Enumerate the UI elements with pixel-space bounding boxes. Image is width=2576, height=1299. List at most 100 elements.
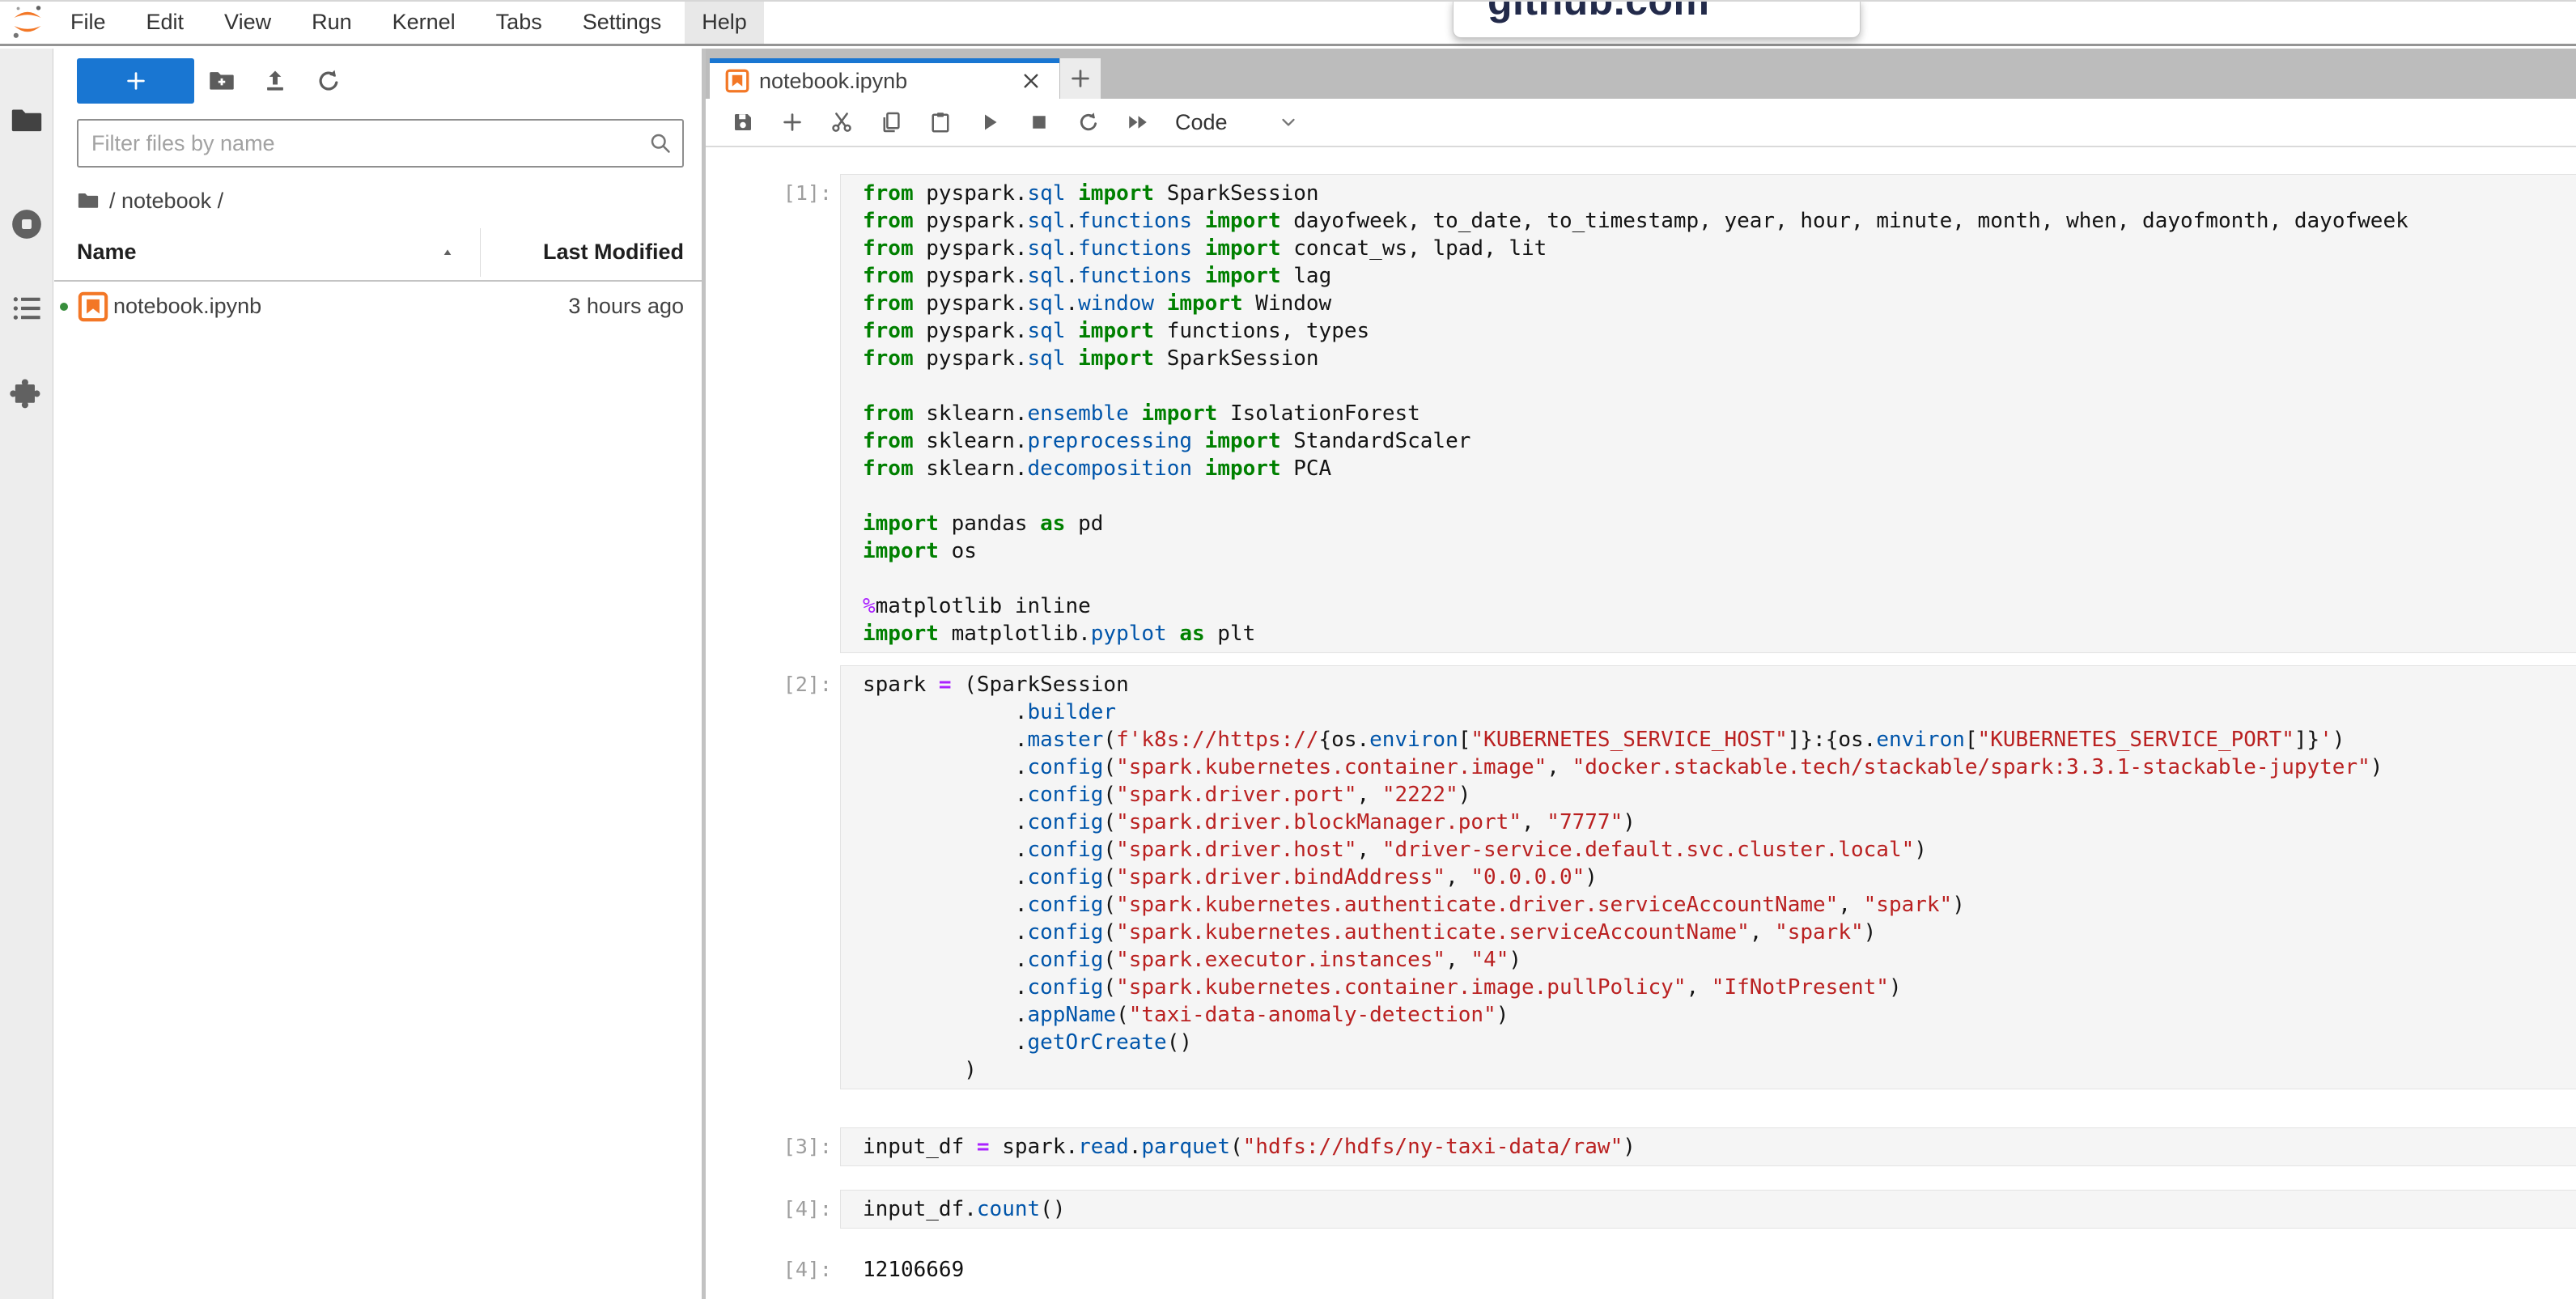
- sidebar-tab-table-of-contents[interactable]: [10, 291, 44, 325]
- refresh-icon: [1076, 110, 1101, 134]
- upload-button[interactable]: [257, 63, 293, 99]
- cell-prompt: [4]:: [706, 1256, 832, 1284]
- window-top-border: [0, 0, 2576, 2]
- code-line: spark = (SparkSession: [863, 671, 2576, 698]
- cell-type-dropdown[interactable]: Code: [1175, 110, 1299, 135]
- code-line: from sklearn.preprocessing import Standa…: [863, 427, 2576, 455]
- notebook-toolbar: Code: [706, 99, 2576, 147]
- save-icon: [731, 110, 755, 134]
- restart-kernel-button[interactable]: [1076, 110, 1101, 134]
- code-line: input_df = spark.read.parquet("hdfs://hd…: [863, 1133, 2576, 1161]
- run-icon: [978, 110, 1002, 134]
- code-line: from pyspark.sql.functions import concat…: [863, 235, 2576, 262]
- output-text: 12106669: [863, 1256, 964, 1284]
- menu-item-settings[interactable]: Settings: [566, 0, 679, 44]
- menu-item-help[interactable]: Help: [685, 0, 764, 44]
- sidebar-tab-file-browser[interactable]: [10, 104, 44, 138]
- new-tab-button[interactable]: [1060, 58, 1101, 99]
- menu-item-view[interactable]: View: [207, 0, 288, 44]
- folder-icon: [10, 127, 44, 141]
- code-line: .builder: [863, 698, 2576, 726]
- breadcrumb[interactable]: / notebook /: [77, 183, 223, 219]
- code-line: .config("spark.kubernetes.container.imag…: [863, 974, 2576, 1001]
- refresh-icon: [315, 67, 342, 95]
- run-cell-button[interactable]: [978, 110, 1002, 134]
- code-line: from pyspark.sql import SparkSession: [863, 180, 2576, 207]
- sort-ascending-icon: [441, 246, 454, 259]
- cell-editor[interactable]: input_df.count(): [840, 1190, 2576, 1229]
- main-menu: FileEditViewRunKernelTabsSettingsHelp: [47, 0, 764, 44]
- upload-icon: [261, 67, 289, 95]
- copy-cells-button[interactable]: [879, 110, 903, 134]
- code-line: from sklearn.decomposition import PCA: [863, 455, 2576, 482]
- sidebar-tab-running-kernels[interactable]: [10, 207, 44, 241]
- filter-box: [77, 119, 684, 168]
- menu-item-kernel[interactable]: Kernel: [376, 0, 473, 44]
- code-line: .master(f'k8s://https://{os.environ["KUB…: [863, 726, 2576, 754]
- code-line: import pandas as pd: [863, 510, 2576, 537]
- breadcrumb-path: / notebook /: [109, 189, 223, 214]
- new-folder-button[interactable]: [204, 63, 240, 99]
- save-button[interactable]: [731, 110, 755, 134]
- cell-prompt: [4]:: [706, 1195, 832, 1223]
- code-line: .config("spark.kubernetes.authenticate.s…: [863, 919, 2576, 946]
- menu-bar: FileEditViewRunKernelTabsSettingsHelp: [0, 0, 2576, 46]
- plus-icon: [124, 69, 148, 93]
- close-tab-icon[interactable]: [1019, 69, 1043, 93]
- list-icon: [10, 315, 44, 329]
- sidebar-tab-extensions[interactable]: [10, 376, 44, 410]
- cell-prompt: [3]:: [706, 1133, 832, 1161]
- file-modified: 3 hours ago: [568, 294, 684, 319]
- code-line: .config("spark.driver.bindAddress", "0.0…: [863, 864, 2576, 891]
- running-kernel-dot: [60, 303, 68, 311]
- code-line: .appName("taxi-data-anomaly-detection"): [863, 1001, 2576, 1029]
- tab-title: notebook.ipynb: [759, 69, 907, 94]
- file-list-header: Name Last Modified: [54, 225, 702, 282]
- new-launcher-button[interactable]: [77, 58, 194, 104]
- cell-editor[interactable]: from pyspark.sql import SparkSessionfrom…: [840, 174, 2576, 653]
- column-header-name[interactable]: Name: [77, 240, 137, 265]
- interrupt-kernel-button[interactable]: [1027, 110, 1051, 134]
- menu-item-edit[interactable]: Edit: [129, 0, 202, 44]
- code-line: .config("spark.driver.host", "driver-ser…: [863, 836, 2576, 864]
- plus-icon: [780, 110, 804, 134]
- restart-run-all-button[interactable]: [1126, 110, 1150, 134]
- menu-item-run[interactable]: Run: [295, 0, 369, 44]
- code-line: from pyspark.sql import functions, types: [863, 317, 2576, 345]
- insert-cell-button[interactable]: [780, 110, 804, 134]
- code-line: from pyspark.sql import SparkSession: [863, 345, 2576, 372]
- chevron-down-icon: [1278, 112, 1299, 133]
- notebook-file-icon: [78, 291, 108, 322]
- code-line: from pyspark.sql.window import Window: [863, 290, 2576, 317]
- cut-icon: [830, 110, 854, 134]
- code-line: .config("spark.kubernetes.container.imag…: [863, 754, 2576, 781]
- browser-popup: github.com: [1453, 0, 1861, 38]
- code-line: .config("spark.driver.port", "2222"): [863, 781, 2576, 809]
- cell-editor[interactable]: input_df = spark.read.parquet("hdfs://hd…: [840, 1127, 2576, 1166]
- tab-notebook[interactable]: notebook.ipynb: [710, 58, 1059, 99]
- menu-item-file[interactable]: File: [53, 0, 123, 44]
- code-line: from sklearn.ensemble import IsolationFo…: [863, 400, 2576, 427]
- code-line: .getOrCreate(): [863, 1029, 2576, 1056]
- jupyter-logo-icon: [10, 4, 45, 40]
- copy-icon: [879, 110, 903, 134]
- file-browser: / notebook / Name Last Modified notebook…: [54, 49, 702, 1299]
- code-line: from pyspark.sql.functions import lag: [863, 262, 2576, 290]
- file-row[interactable]: notebook.ipynb 3 hours ago: [54, 280, 702, 333]
- menu-item-tabs[interactable]: Tabs: [479, 0, 559, 44]
- jupyterlab-window: FileEditViewRunKernelTabsSettingsHelp gi…: [0, 0, 2576, 1299]
- fast-forward-icon: [1126, 110, 1150, 134]
- home-folder-icon[interactable]: [77, 189, 100, 212]
- column-header-modified[interactable]: Last Modified: [543, 240, 684, 265]
- refresh-button[interactable]: [311, 63, 346, 99]
- paste-cells-button[interactable]: [928, 110, 953, 134]
- code-line: [863, 482, 2576, 510]
- code-line: [863, 372, 2576, 400]
- code-line: input_df.count(): [863, 1195, 2576, 1223]
- cut-cells-button[interactable]: [830, 110, 854, 134]
- cell-editor[interactable]: spark = (SparkSession .builder .master(f…: [840, 665, 2576, 1089]
- filter-input[interactable]: [79, 121, 682, 166]
- main-area: notebook.ipynb Code [1]: from pyspark.sql…: [706, 49, 2576, 1299]
- cell-prompt: [1]:: [706, 180, 832, 207]
- file-name: notebook.ipynb: [113, 294, 261, 319]
